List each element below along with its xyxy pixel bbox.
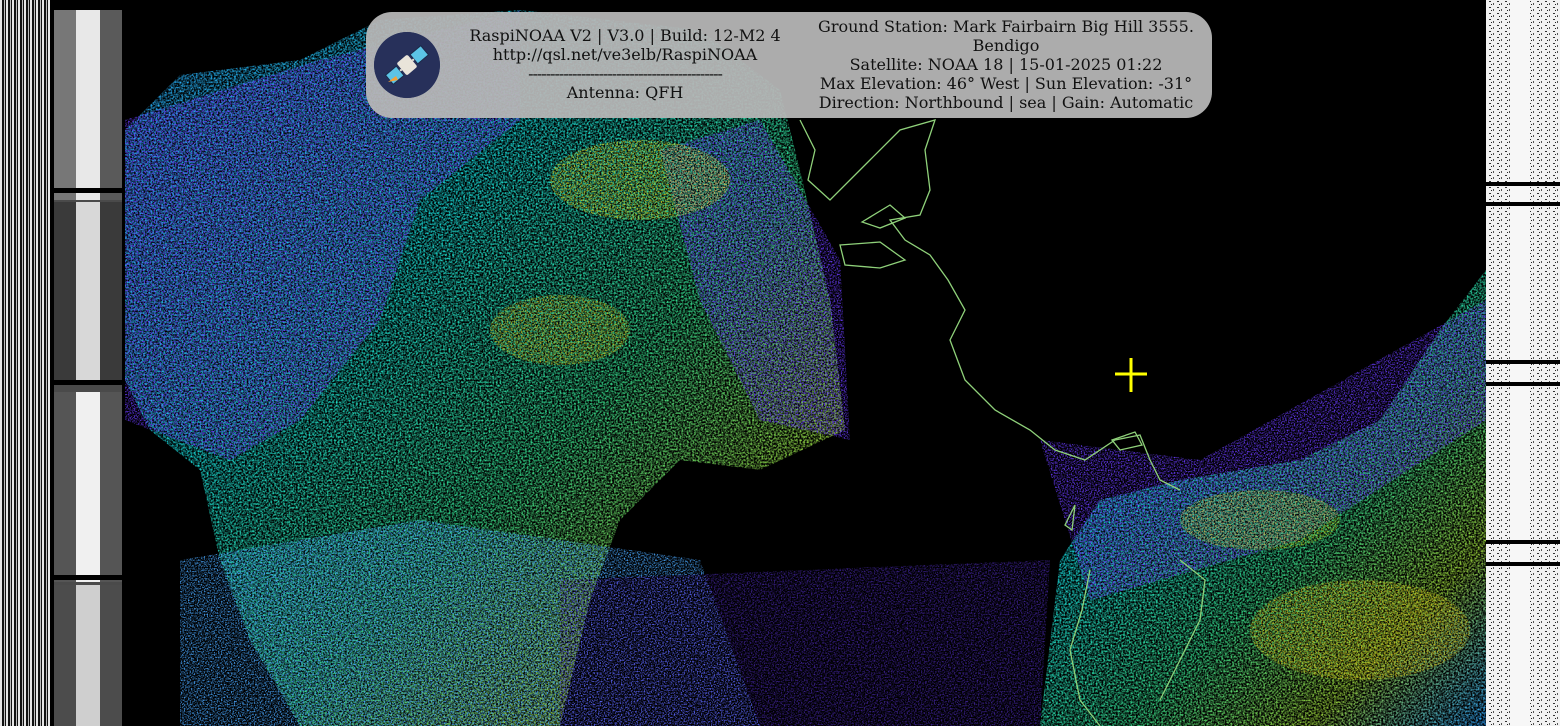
satellite-info: Satellite: NOAA 18 | 15-01-2025 01:22 (849, 55, 1163, 74)
direction-info: Direction: Northbound | sea | Gain: Auto… (818, 93, 1194, 112)
app-version: RaspiNOAA V2 | V3.0 | Build: 12-M2 4 (469, 26, 781, 45)
separator: ----------------------------------------… (528, 64, 723, 83)
satellite-icon (374, 32, 440, 98)
antenna-info: Antenna: QFH (566, 83, 684, 102)
station-location: Bendigo (972, 36, 1040, 55)
telemetry-wedges-left (54, 10, 122, 726)
telemetry-wedges-right (1486, 0, 1560, 726)
elevation-info: Max Elevation: 46° West | Sun Elevation:… (819, 74, 1193, 93)
pass-info: Ground Station: Mark Fairbairn Big Hill … (804, 17, 1208, 112)
ground-station: Ground Station: Mark Fairbairn Big Hill … (818, 17, 1194, 36)
header-info-panel: RaspiNOAA V2 | V3.0 | Build: 12-M2 4 htt… (366, 12, 1212, 118)
app-info: RaspiNOAA V2 | V3.0 | Build: 12-M2 4 htt… (458, 26, 792, 102)
project-url: http://qsl.net/ve3elb/RaspiNOAA (492, 45, 758, 64)
